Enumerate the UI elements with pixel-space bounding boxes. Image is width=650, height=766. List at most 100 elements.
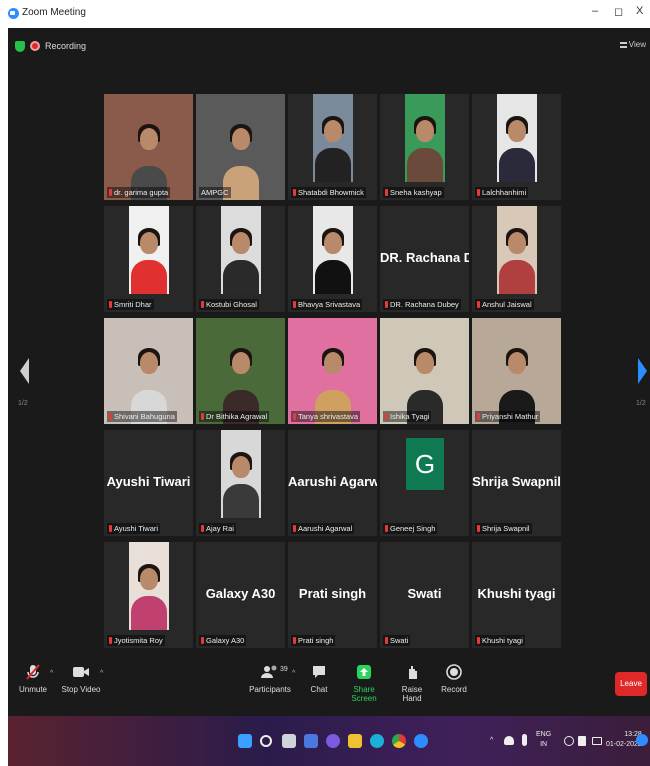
share-screen-button[interactable]: Share Screen xyxy=(342,663,386,703)
notification-icon[interactable] xyxy=(636,734,648,746)
muted-mic-icon xyxy=(385,525,388,532)
participant-tile[interactable]: G Geneej Singh xyxy=(380,430,469,536)
shield-icon[interactable] xyxy=(15,41,25,52)
record-button[interactable]: Record xyxy=(438,663,470,694)
participant-video xyxy=(128,542,169,630)
muted-mic-icon xyxy=(109,637,112,644)
participant-tile[interactable]: Dr Bithika Agrawal xyxy=(196,318,285,424)
muted-mic-icon xyxy=(477,413,480,420)
zoom-app-icon xyxy=(8,8,19,19)
next-page-arrow-icon[interactable] xyxy=(638,358,647,384)
teams-chat-icon[interactable] xyxy=(326,734,340,748)
participant-tile[interactable]: Ishika Tyagi xyxy=(380,318,469,424)
participants-count: 39 xyxy=(280,666,288,673)
participant-name: Geneej Singh xyxy=(390,524,436,533)
minimize-button[interactable]: – xyxy=(592,5,598,17)
microphone-tray-icon[interactable] xyxy=(522,734,527,746)
close-button[interactable]: X xyxy=(636,5,643,17)
person-body xyxy=(222,260,259,294)
participant-tile[interactable]: Kostubi Ghosal xyxy=(196,206,285,312)
chat-bubble-icon xyxy=(313,666,325,678)
participant-display-name: Swati xyxy=(407,586,442,601)
participant-name-label: Sneha kashyap xyxy=(383,187,444,198)
participant-name: Ayushi Tiwari xyxy=(114,524,159,533)
task-view-icon[interactable] xyxy=(282,734,296,748)
participant-tile[interactable]: Priyanshi Mathur xyxy=(472,318,561,424)
show-hidden-icons-caret-icon[interactable]: ^ xyxy=(490,736,493,746)
view-label: View xyxy=(628,40,646,49)
file-explorer-icon[interactable] xyxy=(348,734,362,748)
participant-tile[interactable]: DR. Rachana Du... DR. Rachana Dubey xyxy=(380,206,469,312)
participant-name: Shivani Bahuguna xyxy=(114,412,175,421)
participant-name-label: Prati singh xyxy=(291,635,336,646)
meeting-controls: Unmute ^ Stop Video ^ Participants 39 ^ … xyxy=(8,658,650,716)
edge-browser-icon[interactable] xyxy=(370,734,384,748)
widgets-icon[interactable] xyxy=(304,734,318,748)
participant-name: Bhavya Srivastava xyxy=(298,300,361,309)
muted-mic-icon xyxy=(385,189,388,196)
meeting-top-bar: Recording View xyxy=(8,28,650,64)
participant-tile[interactable]: dr. garima gupta xyxy=(104,94,193,200)
share-screen-icon xyxy=(357,665,371,679)
onedrive-cloud-icon[interactable] xyxy=(504,736,514,745)
participant-tile[interactable]: Lalchhanhimi xyxy=(472,94,561,200)
participant-tile[interactable]: Sneha kashyap xyxy=(380,94,469,200)
audio-options-caret-icon[interactable]: ^ xyxy=(50,670,53,677)
leave-button[interactable]: Leave xyxy=(615,672,647,696)
participant-tile[interactable]: Shrija Swapnil Shrija Swapnil xyxy=(472,430,561,536)
view-button[interactable]: View xyxy=(619,40,646,49)
participant-tile[interactable]: Shivani Bahuguna xyxy=(104,318,193,424)
previous-page-arrow-icon[interactable] xyxy=(20,358,29,384)
muted-mic-icon xyxy=(201,637,204,644)
speaker-icon[interactable] xyxy=(578,736,586,746)
video-options-caret-icon[interactable]: ^ xyxy=(100,670,103,677)
raise-hand-icon xyxy=(409,666,417,679)
wifi-icon[interactable] xyxy=(564,736,574,746)
raise-hand-button[interactable]: Raise Hand xyxy=(392,663,432,703)
participant-name: Shatabdi Bhowmick xyxy=(298,188,364,197)
participant-tile[interactable]: Galaxy A30 Galaxy A30 xyxy=(196,542,285,648)
participant-name: Tanya shrivastava xyxy=(298,412,359,421)
chrome-browser-icon[interactable] xyxy=(392,734,406,748)
person-face xyxy=(415,352,434,374)
participants-label: Participants xyxy=(249,685,291,694)
participant-tile[interactable]: Swati Swati xyxy=(380,542,469,648)
battery-icon[interactable] xyxy=(592,737,602,745)
person-body xyxy=(314,148,351,182)
participant-tile[interactable]: Aarushi Agarwal Aarushi Agarwal xyxy=(288,430,377,536)
participant-tile[interactable]: Jyotismita Roy xyxy=(104,542,193,648)
muted-mic-icon xyxy=(477,189,480,196)
participant-tile[interactable]: AMPGC xyxy=(196,94,285,200)
participant-tile[interactable]: Khushi tyagi Khushi tyagi xyxy=(472,542,561,648)
participant-tile[interactable]: Shatabdi Bhowmick xyxy=(288,94,377,200)
participant-name: Anshul Jaiswal xyxy=(482,300,532,309)
participant-name-label: dr. garima gupta xyxy=(107,187,171,198)
stop-video-button[interactable]: Stop Video xyxy=(60,663,102,694)
participant-tile[interactable]: Ajay Rai xyxy=(196,430,285,536)
participant-video xyxy=(104,318,193,424)
participant-tile[interactable]: Anshul Jaiswal xyxy=(472,206,561,312)
participant-name-label: Swati xyxy=(383,635,411,646)
search-icon[interactable] xyxy=(260,735,272,747)
restore-button[interactable]: ◻ xyxy=(614,5,623,18)
participant-tile[interactable]: Prati singh Prati singh xyxy=(288,542,377,648)
participant-tile[interactable]: Smriti Dhar xyxy=(104,206,193,312)
language-indicator[interactable]: ENG IN xyxy=(536,730,551,750)
participant-tile[interactable]: Ayushi Tiwari Ayushi Tiwari xyxy=(104,430,193,536)
participant-name: Prati singh xyxy=(298,636,334,645)
unmute-button[interactable]: Unmute xyxy=(16,663,50,694)
participant-display-name: Shrija Swapnil xyxy=(472,474,561,489)
muted-mic-icon xyxy=(385,301,388,308)
participant-tile[interactable]: Bhavya Srivastava xyxy=(288,206,377,312)
participant-name-label: Khushi tyagi xyxy=(475,635,525,646)
participant-display-name: Prati singh xyxy=(298,586,367,601)
zoom-taskbar-icon[interactable] xyxy=(414,734,428,748)
participant-tile[interactable]: Tanya shrivastava xyxy=(288,318,377,424)
muted-mic-icon xyxy=(293,413,296,420)
chat-button[interactable]: Chat xyxy=(306,663,332,694)
language-top: ENG xyxy=(536,731,552,738)
participants-options-caret-icon[interactable]: ^ xyxy=(292,670,295,677)
muted-mic-icon xyxy=(109,301,112,308)
windows-start-icon[interactable] xyxy=(238,734,252,748)
participant-name-label: Bhavya Srivastava xyxy=(291,299,363,310)
